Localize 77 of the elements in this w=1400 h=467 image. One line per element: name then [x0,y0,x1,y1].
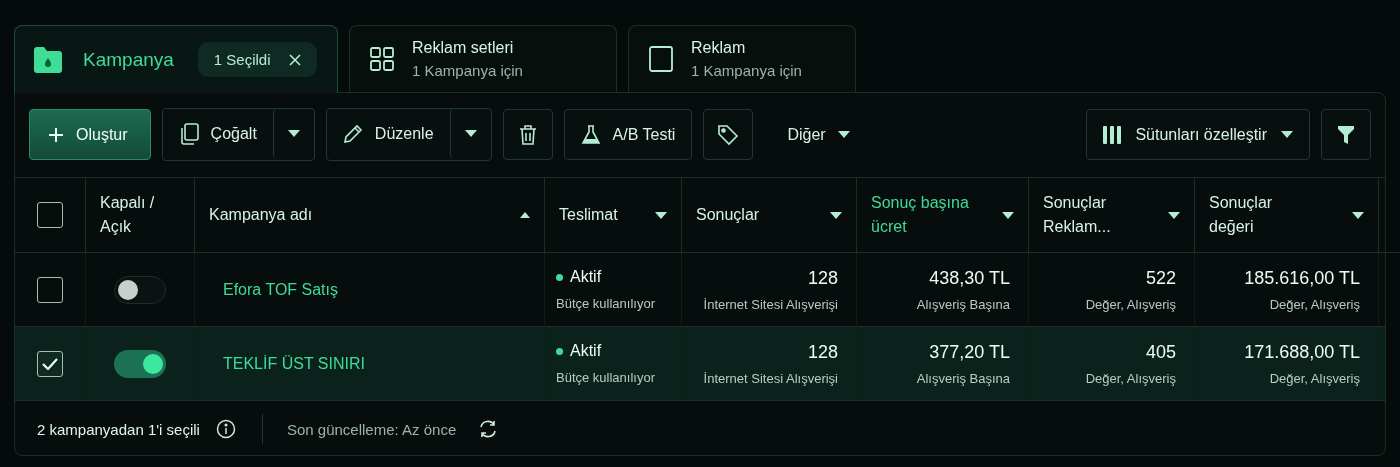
last-updated-text: Son güncelleme: Az önce [286,420,457,438]
toggle-switch[interactable] [114,275,166,304]
tag-icon [717,123,740,146]
folder-icon [33,45,63,74]
metric-value: 185.616,00 TL [1244,267,1360,289]
toolbar-button[interactable]: A/B Testi [563,109,693,160]
pencil-icon [342,123,363,144]
column-header[interactable]: Sonuçlar [682,178,857,253]
toggle-switch[interactable] [114,349,166,378]
menu-button[interactable]: Diğer [764,109,867,160]
refresh-icon[interactable] [478,419,499,439]
metric-label: İnternet Sitesi Alışverişi [703,296,838,312]
icon-button[interactable] [502,109,553,160]
caret-icon [1281,131,1293,138]
column-header[interactable]: Sonuçlar Reklam... [1029,178,1195,253]
metric-label: Alışveriş Başına [916,370,1010,386]
square-icon [649,46,673,72]
metric-value: 405 [1145,341,1176,363]
checkbox[interactable] [37,350,63,377]
flask-icon [580,124,601,145]
status-detail: Bütçe kullanılıyor [556,296,655,311]
metric-value: 438,30 TL [929,267,1010,289]
caret-icon [830,211,842,219]
metric-value: 128 [807,267,838,289]
grid-icon [370,47,394,71]
campaign-name-link[interactable]: Efora TOF Satış [209,280,338,299]
status-text: Aktif [570,268,602,286]
campaign-name-link[interactable]: TEKLİF ÜST SINIRI [209,354,365,373]
toolbar-button[interactable]: Çoğalt [162,109,273,158]
tab[interactable]: Reklam setleri 1 Kampanya için [349,25,617,92]
caret-icon [655,211,667,219]
checkmark-icon [42,357,58,370]
selection-badge: 1 Seçildi [197,42,317,77]
icon-button[interactable] [703,109,754,160]
column-header[interactable]: Kampanya adı [195,178,545,253]
info-icon[interactable] [215,419,236,439]
copy-icon [178,122,199,145]
close-icon[interactable] [288,53,301,66]
metric-label: İnternet Sitesi Alışverişi [703,370,838,386]
filter-icon [1338,125,1354,144]
column-header[interactable]: Kapalı / Açık [86,178,195,253]
selected-table-row[interactable]: TEKLİF ÜST SINIRI Aktif Bütçe kullanılıyor 128 İnternet Sitesi Alışverişi 377,20 TL Alışveriş Başına 405 Değer, Alışveriş 171.688,00 TL Değer, Alışveriş [15,327,1385,401]
checkbox[interactable] [37,276,63,303]
caret-icon [287,130,300,137]
metric-label: Değer, Alışveriş [1269,296,1360,312]
caret-icon [1002,211,1014,219]
columns-menu-button[interactable]: Sütunları özelleştir [1086,109,1310,160]
caret-icon [464,130,477,137]
sort-ascending-icon [520,212,530,218]
tab[interactable]: Kampanya 1 Seçildi [14,25,338,93]
column-header[interactable]: Teslimat [545,178,682,253]
caret-icon [837,131,850,138]
metric-value: 171.688,00 TL [1244,341,1360,363]
column-header[interactable]: Sonuçlar değeri [1195,178,1379,253]
metric-value: 377,20 TL [929,341,1010,363]
metric-label: Değer, Alışveriş [1085,296,1176,312]
selection-count: 2 kampanyadan 1'i seçili [37,420,200,438]
column-header[interactable]: Sonuç başına ücret [857,178,1029,253]
metric-label: Değer, Alışveriş [1085,370,1176,386]
status-detail: Bütçe kullanılıyor [556,370,655,385]
status-text: Aktif [570,342,602,360]
caret-icon [1352,211,1364,219]
toolbar-button[interactable]: Oluştur [29,109,151,160]
columns-icon [1103,125,1122,144]
metric-value: 128 [807,341,838,363]
tab-subtitle: 1 Kampanya için [412,62,523,79]
checkbox[interactable] [37,202,63,228]
metric-label: Alışveriş Başına [916,296,1010,312]
metric-value: 522 [1145,267,1176,289]
toolbar-button[interactable]: Düzenle [326,109,450,158]
metric-label: Değer, Alışveriş [1269,370,1360,386]
tab[interactable]: Reklam 1 Kampanya için [628,25,856,92]
trash-icon [518,124,537,145]
icon-button[interactable] [1321,109,1371,160]
tab-subtitle: 1 Kampanya için [691,62,802,79]
plus-icon [48,126,64,143]
caret-icon [1168,211,1180,219]
